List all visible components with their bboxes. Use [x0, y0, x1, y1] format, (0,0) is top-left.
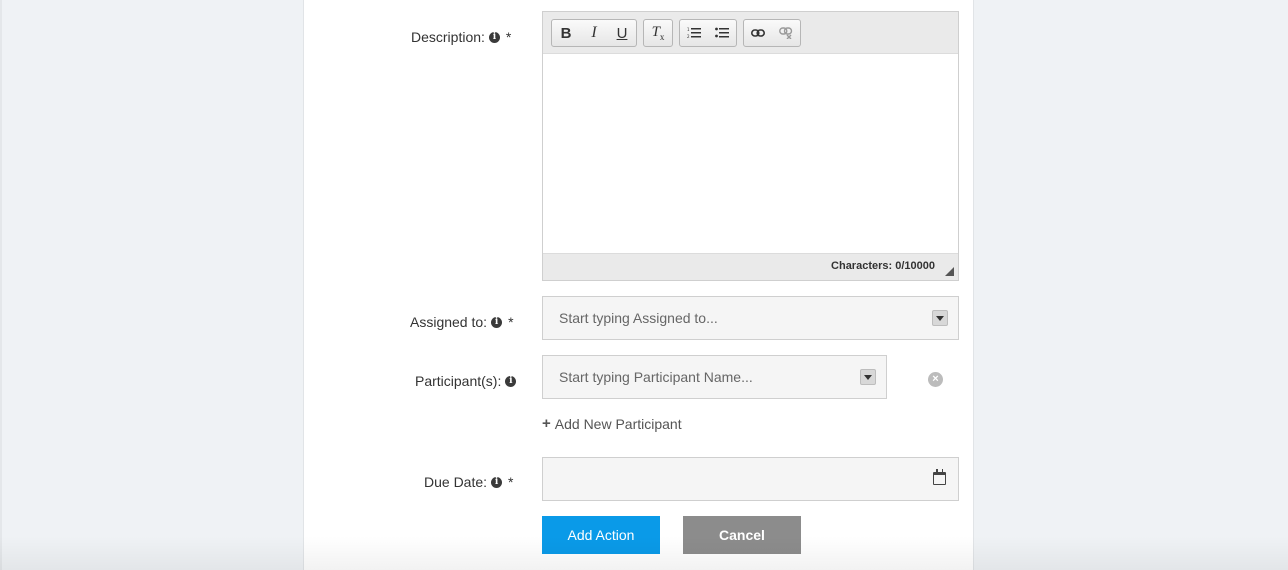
info-icon[interactable]: i	[505, 375, 517, 387]
unlink-icon	[779, 27, 793, 39]
description-textarea[interactable]	[543, 54, 958, 254]
add-participant-link[interactable]: + Add New Participant	[542, 415, 682, 432]
required-marker: *	[508, 474, 514, 490]
bulleted-list-button[interactable]	[708, 20, 736, 46]
cancel-button[interactable]: Cancel	[683, 516, 801, 554]
page-edge	[0, 0, 2, 570]
numbered-list-icon: 1 2	[687, 27, 701, 39]
assigned-to-label: Assigned to: i *	[410, 314, 514, 330]
description-editor: B I U Tx 1 2 Characters: 0/10000	[542, 11, 959, 281]
remove-icon[interactable]: ×	[928, 372, 943, 387]
calendar-icon[interactable]	[933, 469, 946, 485]
due-date-label: Due Date: i *	[424, 474, 514, 490]
info-icon[interactable]: i	[491, 316, 503, 328]
resize-handle-icon[interactable]	[945, 267, 954, 276]
link-button-group	[743, 19, 801, 47]
description-label-text: Description:	[411, 29, 485, 45]
info-icon[interactable]: i	[491, 476, 503, 488]
editor-toolbar: B I U Tx 1 2	[543, 12, 958, 54]
chevron-down-icon[interactable]	[860, 369, 876, 385]
numbered-list-button[interactable]: 1 2	[680, 20, 708, 46]
link-icon	[751, 29, 765, 37]
unlink-button[interactable]	[772, 20, 800, 46]
clear-format-button[interactable]: Tx	[644, 20, 672, 46]
description-label: Description: i *	[411, 29, 511, 45]
plus-icon: +	[542, 415, 551, 432]
participants-label-text: Participant(s):	[415, 373, 502, 389]
due-date-label-text: Due Date:	[424, 474, 488, 490]
assigned-to-label-text: Assigned to:	[410, 314, 488, 330]
italic-button[interactable]: I	[580, 20, 608, 46]
due-date-input[interactable]	[542, 457, 959, 501]
required-marker: *	[505, 29, 512, 45]
editor-footer: Characters: 0/10000	[543, 253, 958, 280]
assigned-to-placeholder: Start typing Assigned to...	[559, 310, 718, 326]
chevron-down-icon[interactable]	[932, 310, 948, 326]
participant-placeholder: Start typing Participant Name...	[559, 369, 753, 385]
clear-format-icon: Tx	[651, 24, 665, 42]
link-button[interactable]	[744, 20, 772, 46]
participant-select[interactable]: Start typing Participant Name...	[542, 355, 887, 399]
format-button-group: B I U	[551, 19, 637, 47]
list-button-group: 1 2	[679, 19, 737, 47]
underline-icon: U	[616, 24, 628, 42]
clear-format-group: Tx	[643, 19, 673, 47]
svg-text:1: 1	[687, 27, 690, 32]
bold-button[interactable]: B	[552, 20, 580, 46]
info-icon[interactable]: i	[488, 31, 500, 43]
character-counter: Characters: 0/10000	[831, 260, 935, 272]
bulleted-list-icon	[715, 27, 729, 38]
assigned-to-select[interactable]: Start typing Assigned to...	[542, 296, 959, 340]
participants-label: Participant(s): i	[415, 373, 517, 389]
italic-icon: I	[591, 24, 597, 41]
bold-icon: B	[560, 24, 572, 42]
add-action-button[interactable]: Add Action	[542, 516, 660, 554]
svg-text:2: 2	[687, 34, 690, 39]
required-marker: *	[508, 314, 514, 330]
add-participant-label: Add New Participant	[554, 415, 682, 432]
underline-button[interactable]: U	[608, 20, 636, 46]
